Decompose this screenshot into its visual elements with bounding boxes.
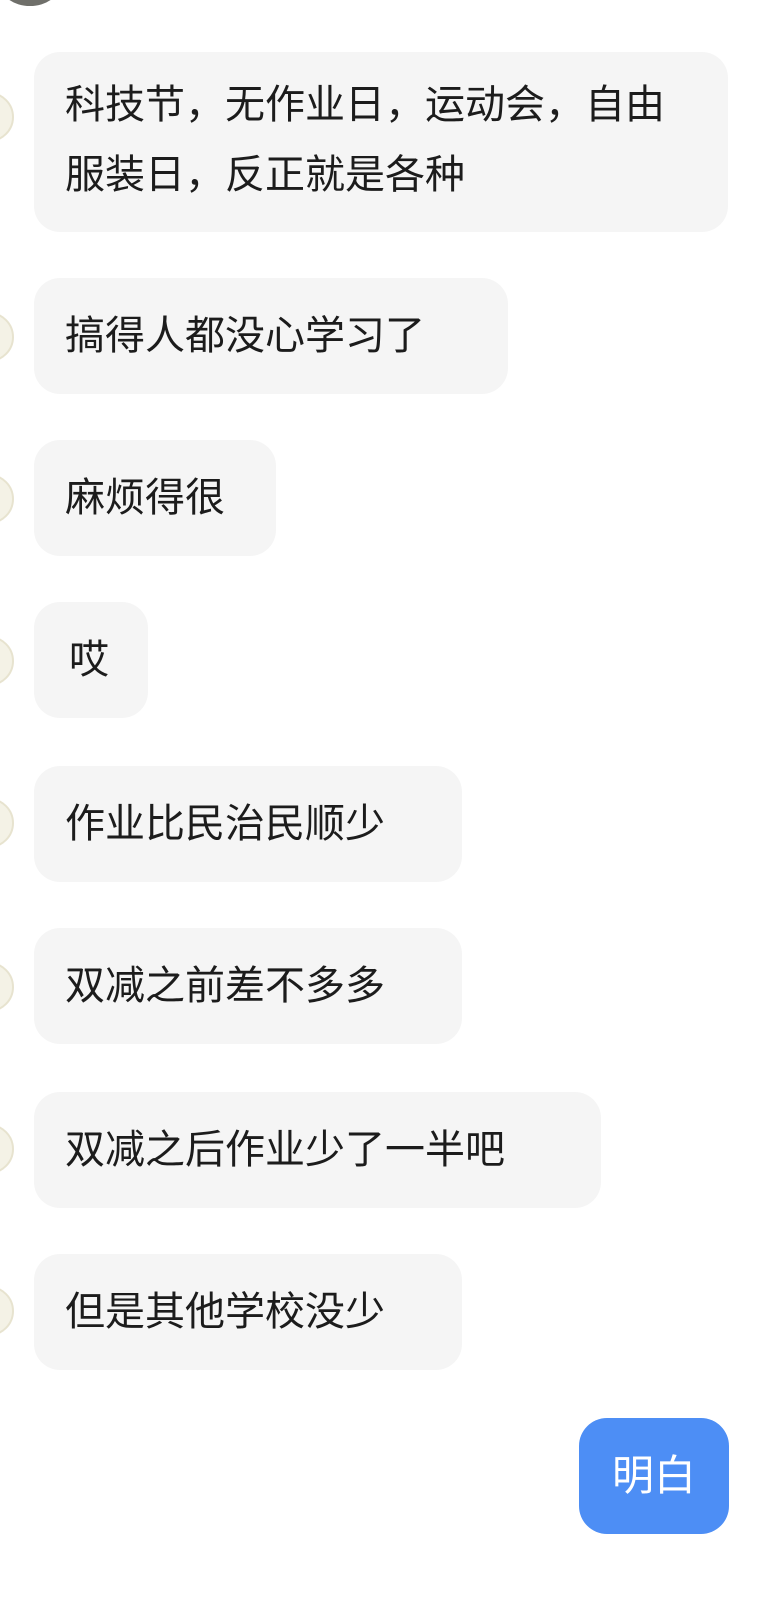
avatar[interactable] <box>0 636 14 686</box>
avatar[interactable] <box>0 1286 14 1336</box>
message-bubble[interactable]: 搞得人都没心学习了 <box>34 278 508 394</box>
self-message-bubble[interactable]: 明白 <box>579 1418 729 1534</box>
message-bubble[interactable]: 科技节，无作业日，运动会，自由服装日，反正就是各种 <box>34 52 728 232</box>
message-bubble[interactable]: 麻烦得很 <box>34 440 276 556</box>
avatar[interactable] <box>0 474 14 524</box>
message-bubble[interactable]: 双减之后作业少了一半吧 <box>34 1092 601 1208</box>
avatar[interactable] <box>0 1124 14 1174</box>
message-bubble[interactable]: 但是其他学校没少 <box>34 1254 462 1370</box>
message-bubble[interactable]: 双减之前差不多多 <box>34 928 462 1044</box>
avatar[interactable] <box>0 0 60 6</box>
avatar[interactable] <box>0 798 14 848</box>
avatar[interactable] <box>0 92 14 142</box>
message-bubble[interactable]: 作业比民治民顺少 <box>34 766 462 882</box>
avatar[interactable] <box>0 312 14 362</box>
avatar[interactable] <box>0 962 14 1012</box>
message-bubble[interactable]: 哎 <box>34 602 148 718</box>
